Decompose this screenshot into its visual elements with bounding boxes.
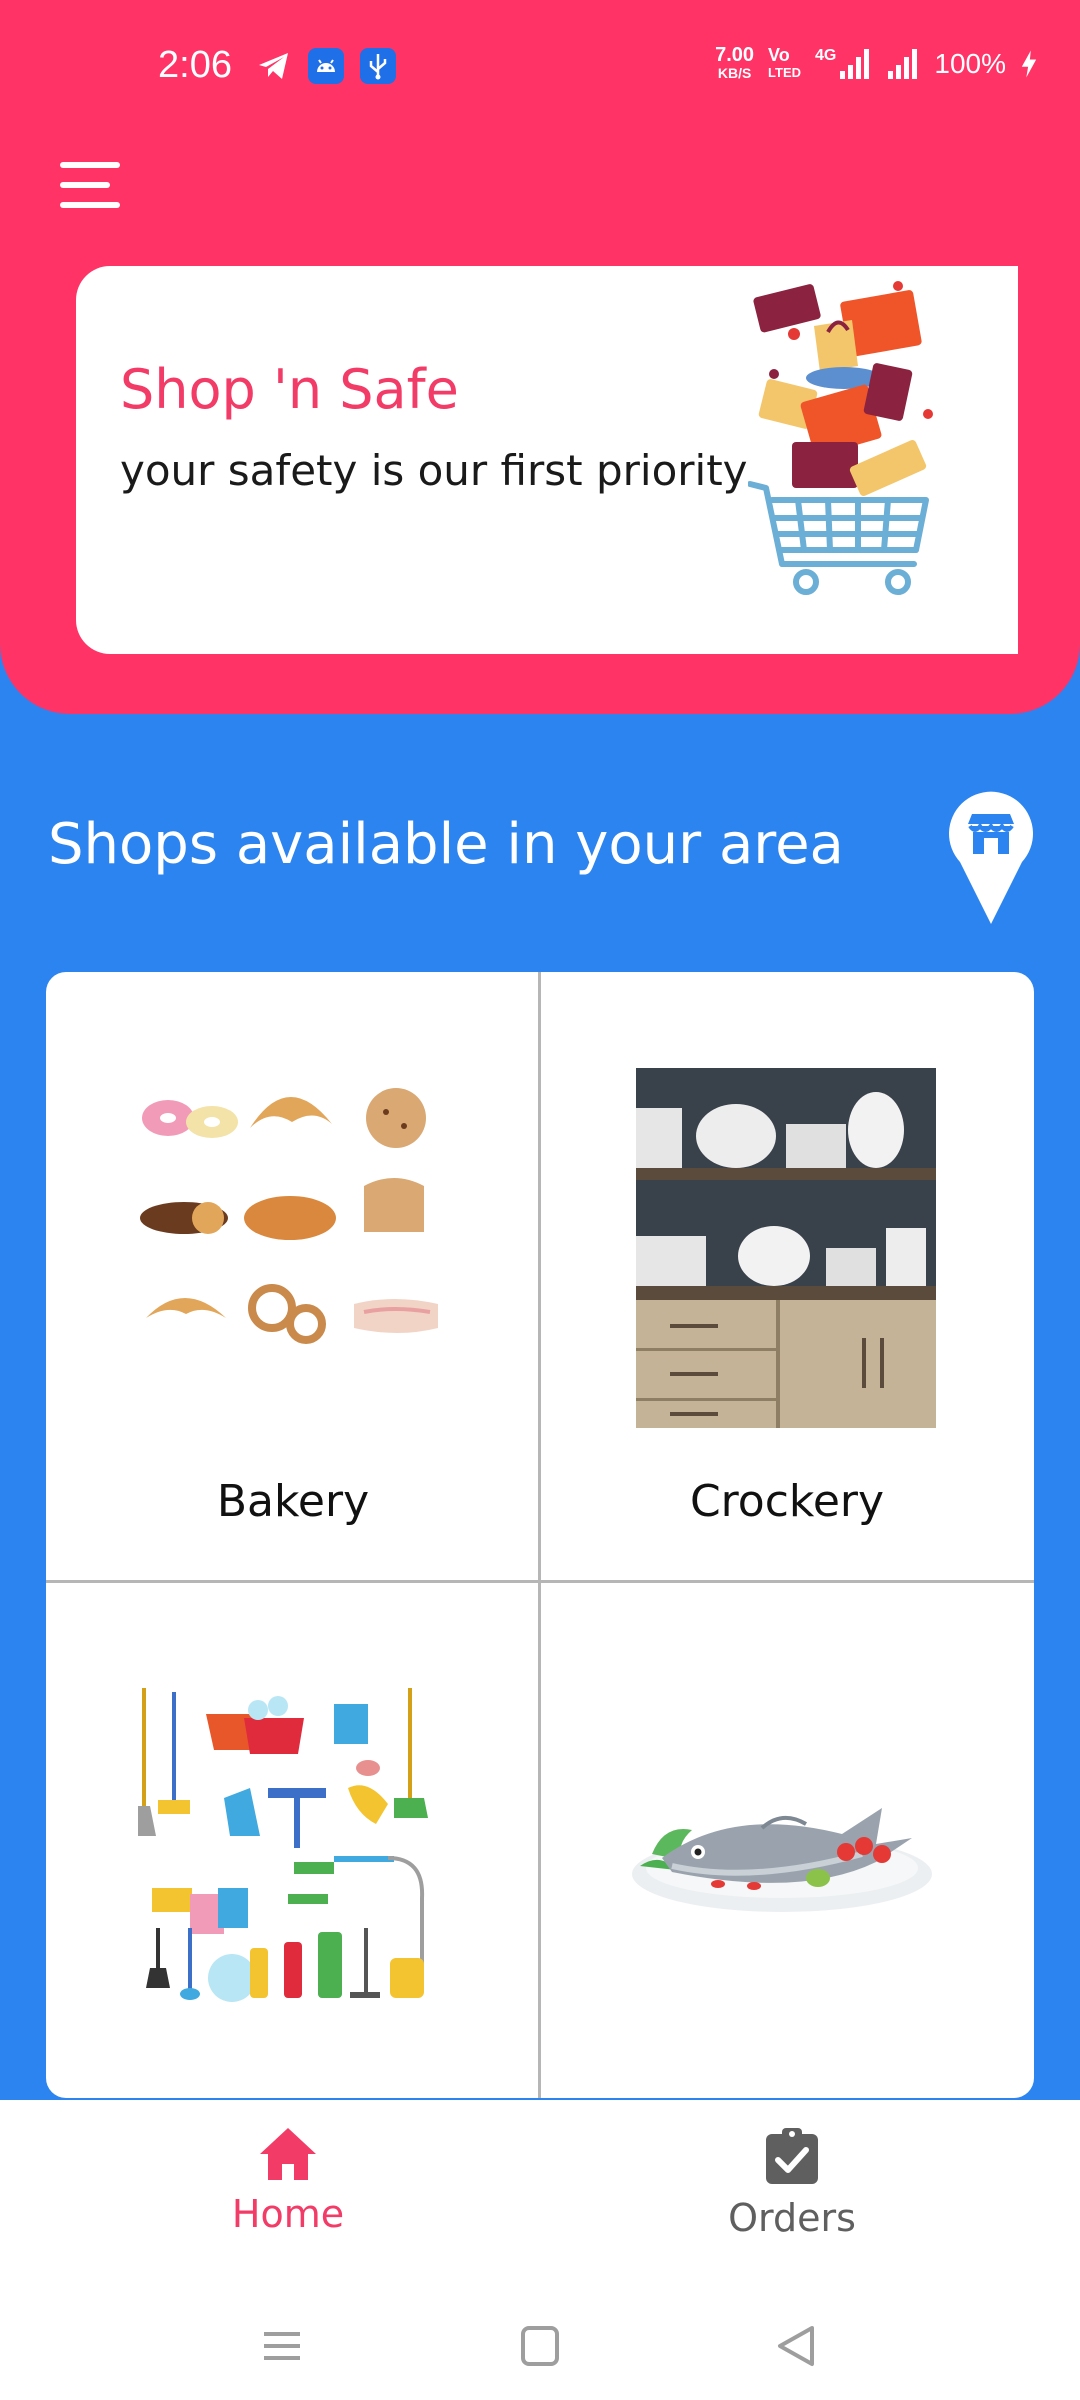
back-icon[interactable] — [778, 2326, 814, 2366]
shop-name: Bakery — [216, 1476, 370, 1527]
shops-grid: Bakery Crockery — [46, 972, 1034, 2098]
nav-home-label: Home — [231, 2192, 345, 2236]
system-navigation-bar — [264, 2326, 814, 2366]
home-button-icon[interactable] — [521, 2326, 559, 2366]
recents-icon[interactable] — [264, 2332, 300, 2360]
grid-divider-horizontal — [46, 1580, 1034, 1583]
bakery-image — [140, 1088, 438, 1344]
nav-orders-label: Orders — [728, 2196, 856, 2240]
status-time: 2:06 — [158, 44, 232, 86]
usb-icon — [360, 48, 396, 84]
shops-section-title: Shops available in your area — [48, 812, 844, 877]
battery-percent: 100% — [934, 48, 1006, 79]
shop-card-bakery[interactable]: Bakery — [46, 972, 540, 1582]
cleaning-supplies-image — [138, 1688, 428, 2002]
shop-card-crockery[interactable]: Crockery — [540, 972, 1034, 1582]
nav-home[interactable]: Home — [168, 2126, 408, 2236]
volte-indicator: Vo LTED — [768, 45, 802, 80]
shopping-cart-illustration — [748, 281, 933, 595]
telegram-icon — [259, 53, 288, 79]
crockery-image — [636, 1068, 936, 1428]
signal-4g-icon: 4G — [815, 47, 872, 81]
network-speed: 7.00 KB/S — [715, 44, 755, 81]
android-icon — [308, 48, 344, 84]
charging-icon — [1021, 50, 1037, 78]
home-icon — [260, 2128, 316, 2180]
promo-banner: Shop 'n Safe your safety is our first pr… — [76, 266, 1018, 654]
fish-dish-image — [632, 1808, 932, 1912]
grid-divider-vertical — [538, 972, 541, 2098]
status-bar: 2:06 7.00 KB/S Vo LTED 4G 100% — [0, 0, 1080, 136]
banner-title: Shop 'n Safe — [120, 358, 459, 421]
shop-name: Crockery — [689, 1476, 885, 1527]
menu-icon[interactable] — [56, 158, 124, 214]
nav-orders[interactable]: Orders — [672, 2126, 912, 2240]
clipboard-check-icon — [766, 2128, 818, 2184]
shop-card-cleaning[interactable] — [46, 1582, 540, 2098]
shop-card-fish[interactable] — [540, 1582, 1034, 2098]
signal-icon — [888, 49, 918, 79]
banner-subtitle: your safety is our first priority — [120, 446, 748, 495]
shop-location-pin-icon[interactable] — [946, 786, 1036, 926]
status-right: 7.00 KB/S Vo LTED 4G 100% — [715, 44, 1038, 82]
